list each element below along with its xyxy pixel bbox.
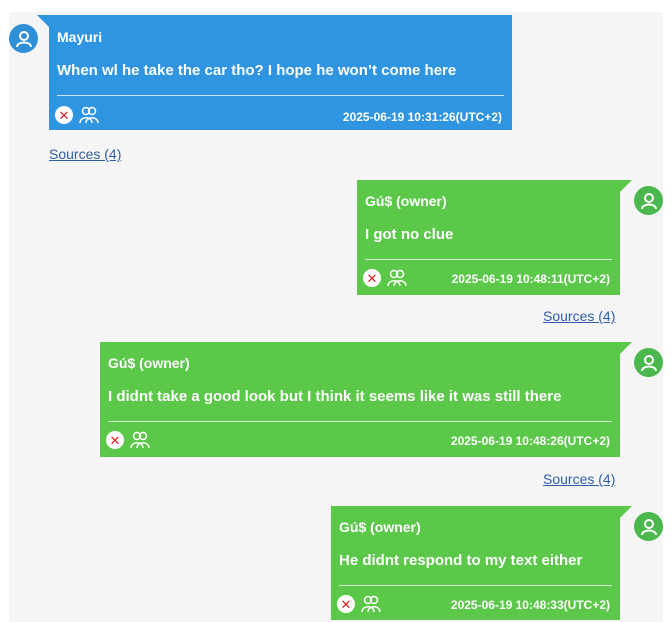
bubble-tail [620,180,632,192]
close-circle-icon[interactable]: ✕ [106,431,124,449]
sources-link[interactable]: Sources (4) [543,308,615,324]
sender-name: Gú$ (owner) [365,193,447,209]
message-actions: ✕ [363,268,408,288]
group-icon[interactable] [386,268,408,288]
bubble-tail [37,15,49,27]
timestamp: 2025-06-19 10:48:11(UTC+2) [451,272,610,286]
close-circle-icon[interactable]: ✕ [363,269,381,287]
message-text: He didnt respond to my text either [339,552,583,569]
bubble-tail [620,342,632,354]
divider [365,259,612,260]
sender-name: Gú$ (owner) [108,355,190,371]
user-avatar-icon [634,186,663,215]
message-actions: ✕ [337,594,382,614]
message-bubble: Gú$ (owner) I didnt take a good look but… [100,342,620,457]
message-actions: ✕ [106,430,151,450]
message-actions: ✕ [55,105,100,125]
sender-name: Gú$ (owner) [339,519,421,535]
user-avatar-icon [634,348,663,377]
message-text: I got no clue [365,226,454,243]
sources-link[interactable]: Sources (4) [543,471,615,487]
close-circle-icon[interactable]: ✕ [55,106,73,124]
close-circle-icon[interactable]: ✕ [337,595,355,613]
message-bubble: Gú$ (owner) He didnt respond to my text … [331,506,620,620]
message-text: When wl he take the car tho? I hope he w… [57,62,457,79]
bubble-tail [620,506,632,518]
sources-link[interactable]: Sources (4) [49,146,121,162]
group-icon[interactable] [129,430,151,450]
timestamp: 2025-06-19 10:48:33(UTC+2) [450,598,610,612]
divider [339,585,612,586]
user-avatar-icon [634,512,663,541]
message-bubble: Gú$ (owner) I got no clue ✕ 2025-06-19 1… [357,180,620,295]
divider [57,95,504,96]
message-bubble: Mayuri When wl he take the car tho? I ho… [49,15,512,130]
message-text: I didnt take a good look but I think it … [108,388,562,405]
user-avatar-icon [9,24,38,53]
group-icon[interactable] [78,105,100,125]
divider [108,421,612,422]
timestamp: 2025-06-19 10:31:26(UTC+2) [342,110,502,124]
sender-name: Mayuri [57,29,103,45]
timestamp: 2025-06-19 10:48:26(UTC+2) [450,434,610,448]
group-icon[interactable] [360,594,382,614]
